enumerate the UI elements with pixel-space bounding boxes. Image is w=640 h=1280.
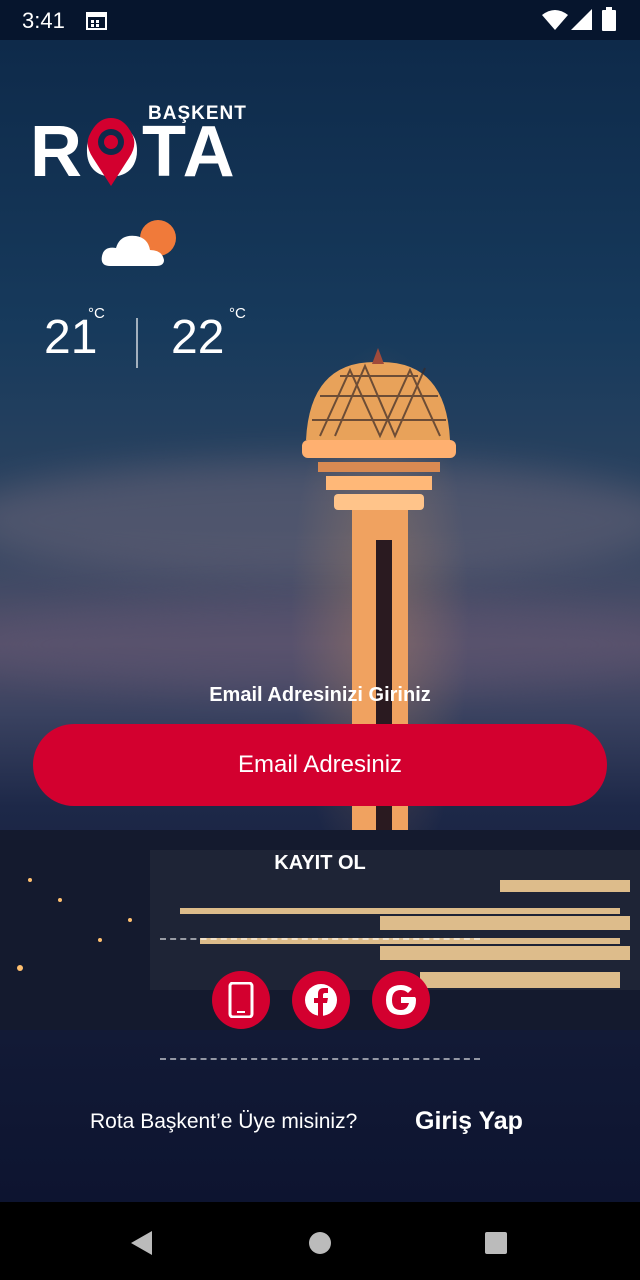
partly-cloudy-icon bbox=[101, 220, 176, 266]
email-prompt-label: Email Adresinizi Giriniz bbox=[209, 684, 431, 706]
temperature-unit: °C bbox=[88, 305, 105, 322]
facebook-login-button[interactable] bbox=[292, 971, 350, 1029]
register-link[interactable]: KAYIT OL bbox=[0, 852, 640, 875]
calendar-icon bbox=[86, 12, 107, 30]
status-time: 3:41 bbox=[22, 8, 65, 33]
email-button[interactable]: Email Adresiniz bbox=[33, 724, 607, 806]
phone-icon bbox=[228, 982, 254, 1018]
back-icon[interactable] bbox=[130, 1230, 154, 1256]
member-question: Rota Başkent’e Üye misiniz? bbox=[90, 1110, 358, 1133]
google-icon bbox=[386, 985, 416, 1015]
signal-icon bbox=[571, 9, 592, 30]
login-link[interactable]: Giriş Yap bbox=[415, 1107, 523, 1136]
home-icon[interactable] bbox=[308, 1231, 332, 1255]
temperature-unit: °C bbox=[229, 305, 246, 322]
recents-icon[interactable] bbox=[484, 1231, 508, 1255]
divider bbox=[160, 938, 480, 940]
google-login-button[interactable] bbox=[372, 971, 430, 1029]
facebook-icon bbox=[305, 984, 337, 1017]
phone-login-button[interactable] bbox=[212, 971, 270, 1029]
temperature-high: 22 bbox=[171, 311, 225, 364]
wifi-icon bbox=[542, 10, 568, 30]
battery-icon bbox=[602, 7, 616, 31]
divider bbox=[160, 1058, 480, 1060]
navigation-bar bbox=[0, 1202, 640, 1280]
status-bar: 3:41 bbox=[0, 0, 640, 40]
temperature-divider bbox=[136, 318, 138, 368]
